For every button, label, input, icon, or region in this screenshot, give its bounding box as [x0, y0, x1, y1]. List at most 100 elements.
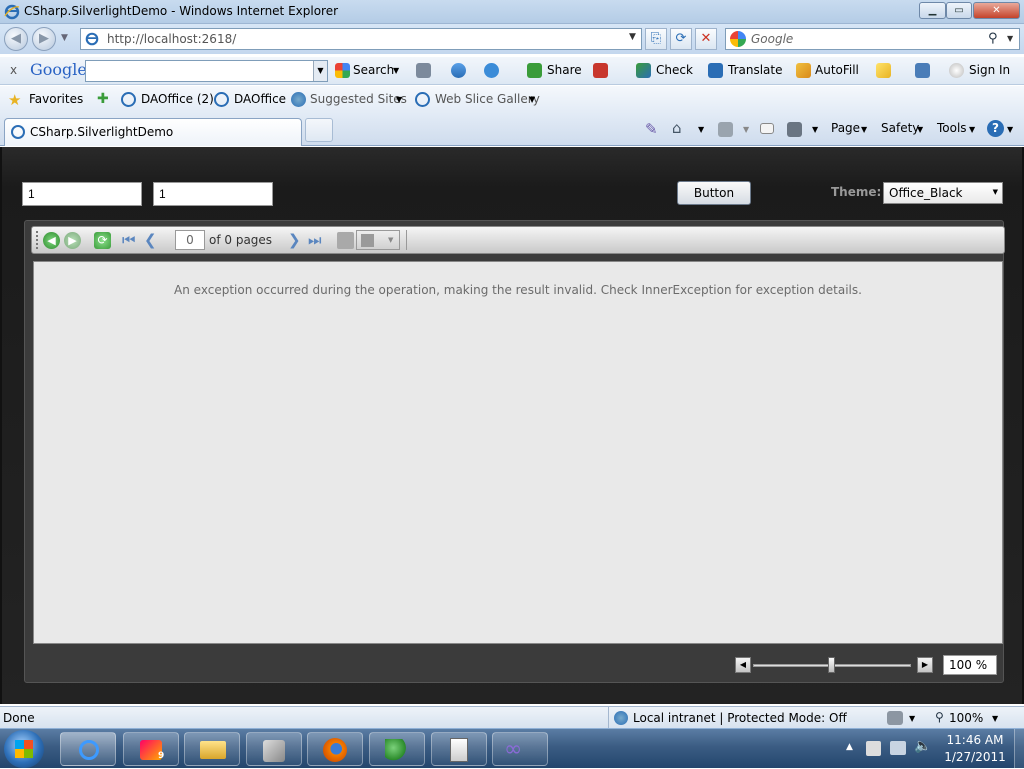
check-button[interactable]: Check	[656, 63, 693, 77]
maximize-button[interactable]: ▭	[946, 2, 972, 19]
recent-pages-dropdown-icon[interactable]: ▼	[61, 33, 68, 43]
refresh-button[interactable]: ⟳	[670, 28, 692, 50]
zoom-out-button[interactable]: ◀	[735, 657, 751, 673]
export-dropdown[interactable]: ▼	[356, 230, 400, 250]
address-bar[interactable]: http://localhost:2618/ ▼	[80, 28, 642, 50]
clock-time[interactable]: 11:46 AM	[940, 733, 1010, 747]
autofill-button[interactable]: AutoFill	[815, 63, 859, 77]
search-magnifier-icon[interactable]: ⚲	[988, 31, 998, 46]
search-dropdown-arrow-icon[interactable]: ▼	[393, 66, 399, 75]
taskbar-documents[interactable]	[431, 732, 487, 766]
taskbar-communicator[interactable]	[369, 732, 425, 766]
google-search-button[interactable]: Search	[353, 63, 394, 77]
web-slice-dropdown-icon[interactable]: ▼	[529, 95, 535, 104]
google-toolbar-search-input[interactable]: ▼	[85, 60, 328, 82]
suggested-sites-link[interactable]: Suggested Sites	[310, 92, 407, 106]
next-page-icon[interactable]: ❯	[288, 232, 305, 249]
research-feather-icon[interactable]: ✎	[645, 120, 658, 138]
tools-menu[interactable]: Tools	[937, 121, 967, 135]
zoom-in-button[interactable]: ▶	[917, 657, 933, 673]
highlighter-icon[interactable]	[876, 63, 891, 78]
network-icon[interactable]	[890, 741, 906, 755]
search-dropdown-icon[interactable]: ▼	[1007, 34, 1013, 43]
taskbar-visual-studio[interactable]: 9	[123, 732, 179, 766]
action-button[interactable]: Button	[677, 181, 751, 205]
tools-dropdown-icon[interactable]: ▼	[969, 125, 975, 134]
add-to-favorites-icon[interactable]: ✚	[97, 91, 109, 107]
home-dropdown-icon[interactable]: ▼	[698, 125, 704, 134]
previous-page-icon[interactable]: ❮	[144, 232, 161, 249]
forward-green-icon[interactable]: ▶	[64, 232, 81, 249]
last-page-icon[interactable]: ⏭	[308, 232, 325, 249]
taskbar-tools[interactable]	[246, 732, 302, 766]
firefox-icon	[323, 738, 347, 762]
page-number-input[interactable]: 0	[175, 230, 205, 250]
tab-title: CSharp.SilverlightDemo	[30, 125, 174, 139]
safety-dropdown-icon[interactable]: ▼	[917, 125, 923, 134]
zone-status-text[interactable]: Local intranet | Protected Mode: Off	[633, 711, 847, 725]
text-input-1[interactable]	[22, 182, 142, 206]
google-toolbar-close-button[interactable]: x	[10, 63, 17, 77]
page-dropdown-icon[interactable]: ▼	[861, 125, 867, 134]
page-menu[interactable]: Page	[831, 121, 860, 135]
home-icon[interactable]: ⌂	[672, 119, 682, 137]
protected-mode-icon[interactable]	[887, 711, 903, 725]
print-report-icon[interactable]	[337, 232, 354, 249]
minimize-button[interactable]: ▁	[919, 2, 946, 19]
windows-taskbar: 9 ∞ ▲ 🔈 11:46 AM 1/27/2011	[0, 728, 1024, 769]
print-icon[interactable]	[787, 122, 802, 137]
favorite-link-daoffice[interactable]: DAOffice	[234, 92, 286, 106]
action-center-flag-icon[interactable]	[866, 741, 881, 756]
text-input-2[interactable]	[153, 182, 273, 206]
protected-mode-dropdown-icon[interactable]: ▼	[909, 714, 915, 723]
url-text[interactable]: http://localhost:2618/	[107, 32, 236, 46]
browser-zoom-level[interactable]: 100%	[949, 711, 983, 725]
first-page-icon[interactable]: ⏮	[122, 232, 139, 249]
volume-icon[interactable]: 🔈	[914, 738, 931, 754]
google-search-dropdown-icon[interactable]: ▼	[313, 61, 327, 81]
taskbar-infinity-app[interactable]: ∞	[492, 732, 548, 766]
show-hidden-icons-button[interactable]: ▲	[846, 742, 853, 752]
toolbar-grip[interactable]	[36, 231, 39, 249]
forward-button[interactable]: ▶	[32, 27, 56, 51]
sign-in-button[interactable]: Sign In	[969, 63, 1010, 77]
stop-button[interactable]: ✕	[695, 28, 717, 50]
compatibility-view-button[interactable]: ⎘	[645, 28, 667, 50]
clock-date[interactable]: 1/27/2011	[940, 750, 1010, 764]
window-popup-icon[interactable]	[416, 63, 431, 78]
help-icon[interactable]: ?	[987, 120, 1004, 137]
print-dropdown-icon[interactable]: ▼	[812, 125, 818, 134]
back-green-icon[interactable]: ◀	[43, 232, 60, 249]
web-search-box[interactable]: Google ⚲ ▼	[725, 28, 1020, 50]
back-button[interactable]: ◀	[4, 27, 28, 51]
zoom-slider-thumb[interactable]	[828, 657, 835, 673]
web-slice-gallery-link[interactable]: Web Slice Gallery	[435, 92, 540, 106]
theme-select[interactable]: Office_Black ▼	[883, 182, 1003, 204]
share-button[interactable]: Share	[547, 63, 582, 77]
safety-menu[interactable]: Safety	[881, 121, 919, 135]
wrench-settings-icon[interactable]	[915, 63, 930, 78]
zoom-percent-input[interactable]: 100 %	[943, 655, 997, 675]
tab-csharp-silverlightdemo[interactable]: CSharp.SilverlightDemo	[4, 118, 302, 146]
taskbar-internet-explorer[interactable]	[60, 732, 116, 766]
translate-button[interactable]: Translate	[728, 63, 783, 77]
chat-bubble-icon[interactable]	[484, 63, 499, 78]
browser-zoom-dropdown-icon[interactable]: ▼	[992, 714, 998, 723]
add-plus-icon[interactable]	[451, 63, 466, 78]
taskbar-firefox[interactable]	[307, 732, 363, 766]
refresh-report-icon[interactable]: ⟳	[94, 232, 111, 249]
feeds-icon[interactable]	[718, 122, 733, 137]
taskbar-explorer[interactable]	[184, 732, 240, 766]
feeds-dropdown-icon[interactable]: ▼	[743, 125, 749, 134]
address-dropdown-icon[interactable]: ▼	[629, 32, 636, 42]
favorites-button[interactable]: Favorites	[29, 92, 83, 106]
blocked-popups-icon[interactable]	[593, 63, 608, 78]
favorite-link-daoffice-2[interactable]: DAOffice (2)	[141, 92, 214, 106]
help-dropdown-icon[interactable]: ▼	[1007, 125, 1013, 134]
close-window-button[interactable]: ✕	[973, 2, 1020, 19]
show-desktop-button[interactable]	[1014, 729, 1024, 769]
read-mail-icon[interactable]	[760, 123, 774, 134]
new-tab-button[interactable]	[305, 118, 333, 142]
start-button[interactable]	[4, 730, 44, 768]
suggested-sites-dropdown-icon[interactable]: ▼	[396, 95, 402, 104]
